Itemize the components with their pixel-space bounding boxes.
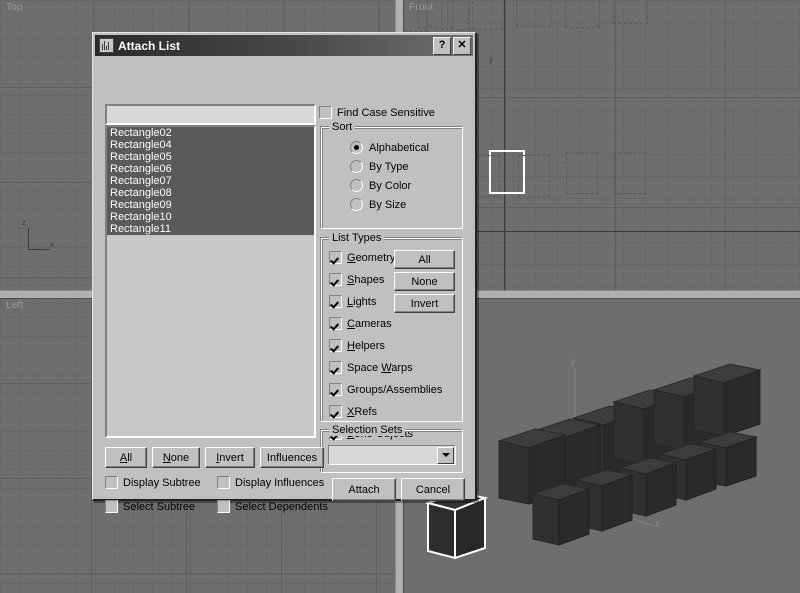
radio-button [350, 160, 363, 173]
list-item[interactable]: Rectangle02 [107, 127, 314, 139]
checkbox-box [329, 383, 342, 396]
list-type-cameras[interactable]: Cameras [329, 317, 442, 330]
scene-box [692, 363, 762, 437]
sort-option-label: By Size [369, 198, 407, 211]
close-icon[interactable]: ✕ [453, 36, 471, 55]
list-type-label: Shapes [347, 273, 385, 286]
object-list[interactable]: Rectangle02 Rectangle04 Rectangle05 Rectang… [105, 125, 316, 438]
list-item[interactable]: Rectangle10 [107, 211, 314, 223]
list-type-xrefs[interactable]: XRefs [329, 405, 442, 418]
list-type-label: Space Warps [347, 361, 413, 374]
list-type-label: Groups/Assemblies [347, 383, 443, 396]
influences-button[interactable]: Influences [260, 447, 324, 468]
checkbox-box [329, 317, 342, 330]
sort-group-legend: Sort [329, 121, 356, 133]
list-item[interactable]: Rectangle07 [107, 175, 314, 187]
checkbox-box [329, 273, 342, 286]
list-types-none-button[interactable]: None [394, 272, 455, 291]
select-dependents-label: Select Dependents [235, 500, 328, 513]
help-button[interactable]: ? [433, 36, 451, 55]
svg-text:y: y [571, 357, 575, 366]
cancel-button[interactable]: Cancel [401, 478, 465, 501]
scene-box [531, 483, 591, 546]
wire-rect[interactable] [613, 0, 648, 24]
wire-rect[interactable] [518, 155, 550, 197]
wire-rect[interactable] [565, 0, 600, 28]
dialog-title: Attach List [118, 38, 181, 53]
selection-sets-group: Selection Sets [321, 424, 463, 473]
checkbox-box [105, 500, 118, 513]
list-item[interactable]: Rectangle11 [107, 223, 314, 235]
sort-option-alphabetical[interactable]: Alphabetical [350, 141, 429, 154]
list-type-label: Geometry [347, 251, 396, 264]
list-item[interactable]: Rectangle09 [107, 199, 314, 211]
axis-line-vertical-front [504, 0, 505, 290]
search-input[interactable] [107, 107, 314, 125]
list-item[interactable]: Rectangle05 [107, 151, 314, 163]
list-type-groups-assemblies[interactable]: Groups/Assemblies [329, 383, 442, 396]
list-type-helpers[interactable]: Helpers [329, 339, 442, 352]
checkbox-box [329, 295, 342, 308]
list-item[interactable]: Rectangle04 [107, 139, 314, 151]
select-invert-button[interactable]: Invert [205, 447, 255, 468]
list-types-group-legend: List Types [329, 232, 385, 244]
wire-rect[interactable] [614, 152, 646, 194]
selection-sets-dropdown[interactable] [328, 445, 456, 465]
sort-option-by-color[interactable]: By Color [350, 179, 429, 192]
list-item[interactable]: Rectangle08 [107, 187, 314, 199]
checkbox-box [217, 500, 230, 513]
list-type-label: XRefs [347, 405, 377, 418]
sort-option-by-size[interactable]: By Size [350, 198, 429, 211]
wire-rect[interactable] [566, 152, 598, 194]
list-type-label: Cameras [347, 317, 392, 330]
wire-rect[interactable] [468, 0, 503, 30]
display-influences-label: Display Influences [235, 476, 325, 489]
sort-option-by-type[interactable]: By Type [350, 160, 429, 173]
display-influences-checkbox[interactable]: Display Influences [217, 476, 324, 489]
select-none-button[interactable]: None [152, 447, 200, 468]
max-viewport-workspace: Top z x Front y Left y z Attach List ? ✕… [0, 0, 800, 593]
attach-button[interactable]: Attach [332, 478, 396, 501]
wire-rect[interactable] [441, 0, 473, 30]
list-type-label: Helpers [347, 339, 385, 352]
selection-sets-legend: Selection Sets [329, 424, 406, 436]
checkbox-box [319, 106, 332, 119]
chevron-down-icon[interactable] [437, 446, 454, 464]
display-subtree-checkbox[interactable]: Display Subtree [105, 476, 201, 489]
checkbox-box [329, 405, 342, 418]
checkbox-box [329, 361, 342, 374]
attach-list-dialog: Attach List ? ✕ Rectangle02 Rectangle04 Re… [92, 32, 477, 513]
checkbox-box [217, 476, 230, 489]
attach-list-icon [99, 38, 114, 53]
radio-button [350, 179, 363, 192]
list-item[interactable]: Rectangle06 [107, 163, 314, 175]
select-dependents-checkbox[interactable]: Select Dependents [217, 500, 328, 513]
list-types-group: List Types Geometry Shapes Lights Cameras He… [321, 232, 463, 440]
list-type-label: Lights [347, 295, 377, 308]
list-action-buttons: All None Invert Influences [105, 447, 329, 468]
select-all-button[interactable]: All [105, 447, 147, 468]
search-field-wrap [105, 104, 316, 125]
display-subtree-label: Display Subtree [123, 476, 201, 489]
svg-text:z: z [655, 519, 659, 528]
find-case-sensitive-label: Find Case Sensitive [337, 106, 435, 119]
sort-option-label: Alphabetical [369, 141, 429, 154]
sort-option-label: By Type [369, 160, 409, 173]
checkbox-box [105, 476, 118, 489]
list-types-all-button[interactable]: All [394, 250, 455, 269]
scene-box-selected [424, 490, 489, 560]
sort-group: Sort Alphabetical By Type By Color By Size [321, 121, 463, 229]
list-type-space-warps[interactable]: Space Warps [329, 361, 442, 374]
list-types-invert-button[interactable]: Invert [394, 294, 455, 313]
dialog-titlebar[interactable]: Attach List ? ✕ [95, 35, 473, 56]
checkbox-box [329, 339, 342, 352]
select-subtree-checkbox[interactable]: Select Subtree [105, 500, 195, 513]
radio-button [350, 198, 363, 211]
sort-option-label: By Color [369, 179, 412, 192]
checkbox-box [329, 251, 342, 264]
select-subtree-label: Select Subtree [123, 500, 196, 513]
wire-rect[interactable] [516, 0, 551, 27]
radio-button [350, 141, 363, 154]
find-case-sensitive-checkbox[interactable]: Find Case Sensitive [319, 106, 435, 119]
